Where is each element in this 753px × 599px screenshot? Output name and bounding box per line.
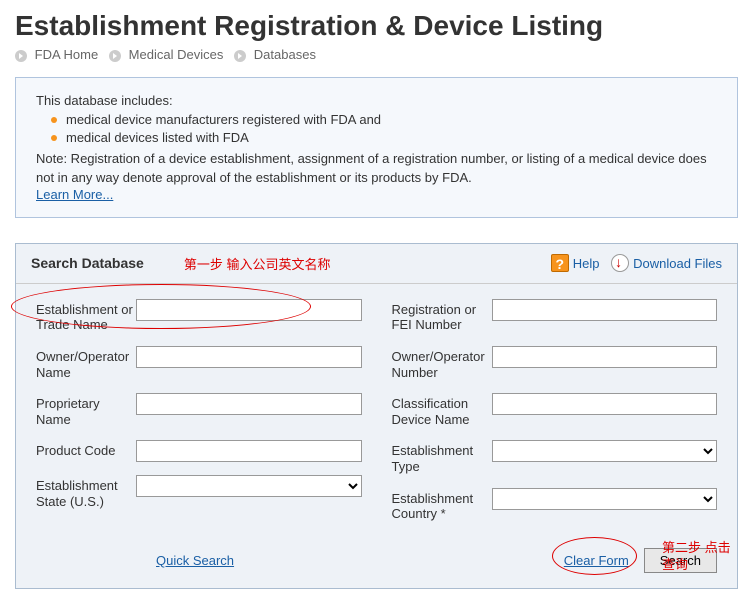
breadcrumb-link[interactable]: Databases [254,47,316,62]
owner-number-input[interactable] [492,346,718,368]
info-note: Note: Registration of a device establish… [36,150,717,186]
establishment-type-label: Establishment Type [392,440,492,474]
proprietary-name-input[interactable] [136,393,362,415]
info-bullet: medical devices listed with FDA [66,129,717,147]
help-link[interactable]: Help [573,256,600,271]
product-code-label: Product Code [36,440,136,459]
learn-more-link[interactable]: Learn More... [36,187,113,202]
classification-name-input[interactable] [492,393,718,415]
establishment-state-select[interactable] [136,475,362,497]
breadcrumb-link[interactable]: Medical Devices [129,47,224,62]
search-panel: Search Database 第一步 输入公司英文名称 ? Help Down… [15,243,738,589]
establishment-type-select[interactable] [492,440,718,462]
classification-name-label: Classification Device Name [392,393,492,427]
download-icon [611,254,629,272]
product-code-input[interactable] [136,440,362,462]
info-list: medical device manufacturers registered … [66,111,717,147]
breadcrumb: FDA Home Medical Devices Databases [15,47,738,62]
establishment-name-input[interactable] [136,299,362,321]
info-box: This database includes: medical device m… [15,77,738,218]
proprietary-name-label: Proprietary Name [36,393,136,427]
search-title: Search Database [31,255,144,271]
chevron-icon [109,50,121,62]
annotation-step-1: 第一步 输入公司英文名称 [184,254,551,273]
help-icon: ? [551,254,569,272]
info-intro: This database includes: [36,93,717,108]
form-column-right: Registration or FEI Number Owner/Operato… [392,299,718,535]
establishment-name-label: Establishment or Trade Name [36,299,136,333]
owner-number-label: Owner/Operator Number [392,346,492,380]
clear-form-link[interactable]: Clear Form [564,553,629,568]
breadcrumb-link[interactable]: FDA Home [35,47,99,62]
quick-search-link[interactable]: Quick Search [156,553,234,568]
establishment-country-label: Establishment Country * [392,488,492,522]
info-bullet: medical device manufacturers registered … [66,111,717,129]
chevron-icon [234,50,246,62]
form-column-left: Establishment or Trade Name Owner/Operat… [36,299,362,535]
download-files-link[interactable]: Download Files [633,256,722,271]
establishment-country-select[interactable] [492,488,718,510]
form-footer: Quick Search Clear Form Search 第二步 点击查询 [16,540,737,588]
registration-number-input[interactable] [492,299,718,321]
search-header: Search Database 第一步 输入公司英文名称 ? Help Down… [16,244,737,284]
registration-number-label: Registration or FEI Number [392,299,492,333]
page-title: Establishment Registration & Device List… [15,10,738,42]
annotation-step-2: 第二步 点击查询 [662,540,742,574]
owner-name-label: Owner/Operator Name [36,346,136,380]
chevron-icon [15,50,27,62]
owner-name-input[interactable] [136,346,362,368]
search-form: Establishment or Trade Name Owner/Operat… [16,284,737,540]
establishment-state-label: Establishment State (U.S.) [36,475,136,509]
